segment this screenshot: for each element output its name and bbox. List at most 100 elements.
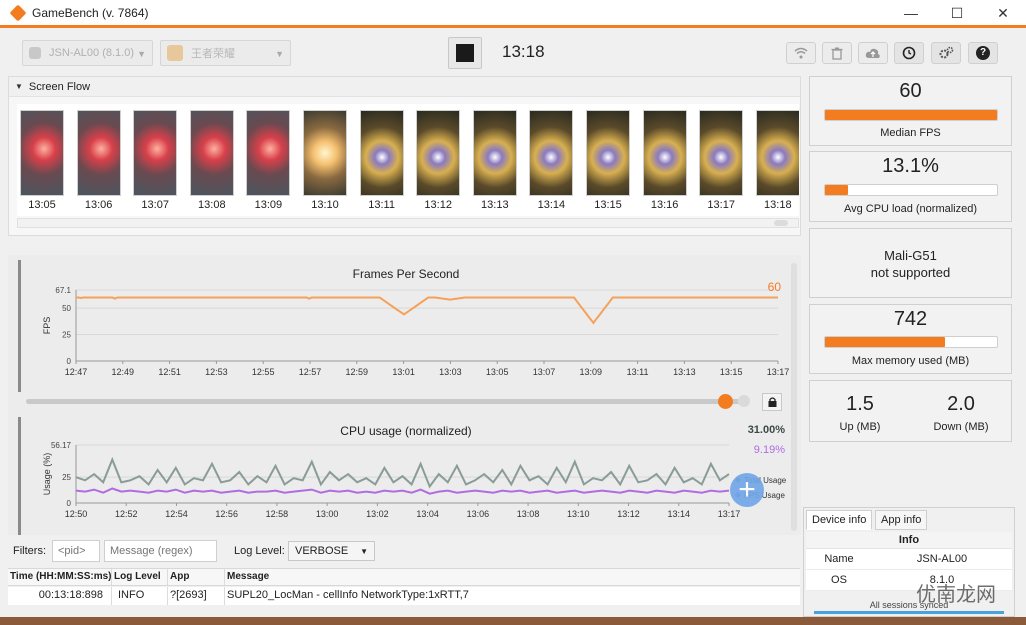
x-tick-label: 12:55 (252, 367, 275, 377)
x-tick-label: 13:05 (486, 367, 509, 377)
column-log-level[interactable]: Log Level (112, 569, 168, 585)
x-tick-label: 13:04 (416, 509, 439, 519)
avg-cpu-value: 13.1% (882, 155, 939, 177)
lock-button[interactable] (762, 393, 782, 411)
screen-flow-time-label: 13:13 (481, 199, 509, 211)
app-select-value: 王者荣耀 (191, 48, 235, 60)
close-button[interactable]: ✕ (980, 0, 1026, 26)
screen-flow-time-label: 13:09 (254, 199, 283, 211)
add-chart-button[interactable]: + (730, 473, 764, 507)
column-time[interactable]: Time (HH:MM:SS:ms) (8, 569, 112, 585)
fps-chart-svg: FPS 67.1 50 25 012:47 12:49 12:51 12:53 12:55 12:… (42, 280, 790, 377)
screen-flow-scrollbar[interactable] (17, 218, 799, 228)
x-tick-label: 13:17 (767, 367, 790, 377)
screen-flow-thumbnail[interactable] (20, 110, 64, 196)
pid-filter-input[interactable] (52, 540, 100, 562)
y-tick-label: 25 (62, 331, 71, 340)
message-filter-input[interactable] (104, 540, 217, 562)
screen-flow-thumbnail[interactable] (529, 110, 574, 196)
screen-flow-thumbnail[interactable] (642, 110, 687, 196)
settings-button[interactable] (931, 42, 961, 64)
maximize-button[interactable]: ☐ (934, 0, 980, 26)
screen-flow-header[interactable]: ▼ Screen Flow (9, 77, 800, 97)
screen-flow-thumbnail[interactable] (472, 110, 517, 196)
scrollbar-thumb[interactable] (774, 220, 788, 226)
screen-flow-thumbnail[interactable] (76, 110, 121, 196)
screen-flow-time-label: 13:16 (650, 199, 679, 211)
log-panel: Filters: Log Level: VERBOSE ▼ Time (HH:M… (0, 535, 800, 625)
max-memory-bar (824, 336, 998, 348)
screen-flow-thumbnail[interactable] (359, 110, 404, 196)
sync-progress-bar (814, 611, 1004, 614)
x-tick-label: 13:07 (533, 367, 556, 377)
x-tick-label: 13:15 (720, 367, 743, 377)
x-tick-label: 12:51 (158, 367, 181, 377)
app-select[interactable]: 王者荣耀 ▼ (160, 40, 291, 66)
timeline-slider[interactable] (26, 394, 750, 409)
screen-flow-thumbnail[interactable] (586, 110, 630, 196)
y-axis-label: FPS (42, 317, 52, 335)
median-fps-bar-fill (825, 110, 997, 120)
minimize-button[interactable]: — (888, 0, 934, 26)
screen-flow-panel: ▼ Screen Flow 13:05 13:06 13:07 13:08 13:09 1… (8, 76, 801, 236)
x-tick-label: 12:52 (115, 509, 138, 519)
screen-flow-time-label: 13:05 (28, 199, 56, 211)
avg-cpu-label: Avg CPU load (normalized) (843, 203, 978, 215)
wifi-button[interactable] (786, 42, 816, 64)
screen-flow-time-label: 13:06 (84, 199, 113, 211)
stop-recording-button[interactable] (448, 37, 482, 69)
log-app: ?[2693] (168, 587, 225, 605)
upload-button[interactable] (858, 42, 888, 64)
screen-flow-time-label: 13:07 (141, 199, 169, 211)
max-memory-bar-fill (825, 337, 946, 347)
log-row[interactable]: 00:13:18:898 INFO ?[2693] SUPL20_LocMan … (8, 587, 800, 605)
column-app[interactable]: App (168, 569, 225, 585)
fps-current-value: 60 (768, 280, 782, 294)
y-axis-label: Usage (%) (42, 453, 52, 496)
cpu-chart: CPU usage (normalized) Usage (%) 56.17 25 0… (18, 417, 788, 535)
screen-flow-time-label: 13:12 (424, 199, 452, 211)
window-title: GameBench (v. 7864) (32, 5, 149, 20)
screen-flow-time-label: 13:15 (594, 199, 622, 211)
device-select[interactable]: JSN-AL00 (8.1.0) ▼ (22, 40, 153, 66)
tab-device-info[interactable]: Device info (806, 510, 873, 530)
screen-flow-thumbnail[interactable] (133, 110, 178, 196)
info-key: OS (831, 574, 847, 586)
screen-flow-thumbnail[interactable] (755, 110, 799, 196)
screen-flow-thumbnail[interactable] (303, 110, 347, 196)
median-fps-label: Median FPS (880, 127, 941, 139)
tab-app-info[interactable]: App info (875, 510, 928, 530)
slider-end-handle[interactable] (738, 395, 750, 407)
network-metric-card: 1.5 Up (MB) 2.0 Down (MB) (809, 380, 1012, 442)
screen-flow-title: Screen Flow (28, 80, 91, 93)
charts-vertical-scrollbar[interactable] (791, 263, 797, 531)
app-icon (167, 45, 183, 61)
x-tick-label: 13:00 (316, 509, 339, 519)
slider-knob[interactable] (718, 394, 733, 409)
log-level-select[interactable]: VERBOSE ▼ (288, 541, 375, 561)
screen-flow-thumbnail[interactable] (416, 110, 461, 196)
column-message[interactable]: Message (225, 569, 800, 585)
x-tick-label: 13:08 (517, 509, 540, 519)
screen-flow-thumbnail[interactable] (189, 110, 234, 196)
help-button[interactable]: ? (968, 42, 998, 64)
avg-cpu-bar (824, 184, 998, 196)
settings-icon (939, 46, 954, 59)
screen-flow-strip: 13:05 13:06 13:07 13:08 13:09 13:10 13:11 13:12… (17, 104, 799, 216)
max-memory-label: Max memory used (MB) (851, 355, 970, 367)
screen-flow-thumbnail[interactable] (699, 110, 744, 196)
y-tick-label: 0 (67, 357, 72, 366)
history-button[interactable] (894, 42, 924, 64)
cpu-metric-card: 13.1% Avg CPU load (normalized) (809, 151, 1012, 222)
trash-icon (831, 47, 843, 60)
x-tick-label: 12:50 (65, 509, 88, 519)
screen-flow-thumbnail[interactable] (246, 110, 291, 196)
avg-cpu-bar-fill (825, 185, 848, 195)
screen-flow-time-label: 13:10 (311, 199, 339, 211)
device-select-value: JSN-AL00 (8.1.0) (49, 47, 134, 59)
fps-chart: Frames Per Second FPS 67.1 50 25 0 12:47 12:49… (18, 260, 790, 392)
fps-metric-card: 60 Median FPS (809, 76, 1012, 146)
median-fps-value: 60 (899, 80, 922, 102)
charts-panel: Frames Per Second FPS 67.1 50 25 0 12:47 12:49… (8, 255, 801, 535)
delete-button[interactable] (822, 42, 852, 64)
